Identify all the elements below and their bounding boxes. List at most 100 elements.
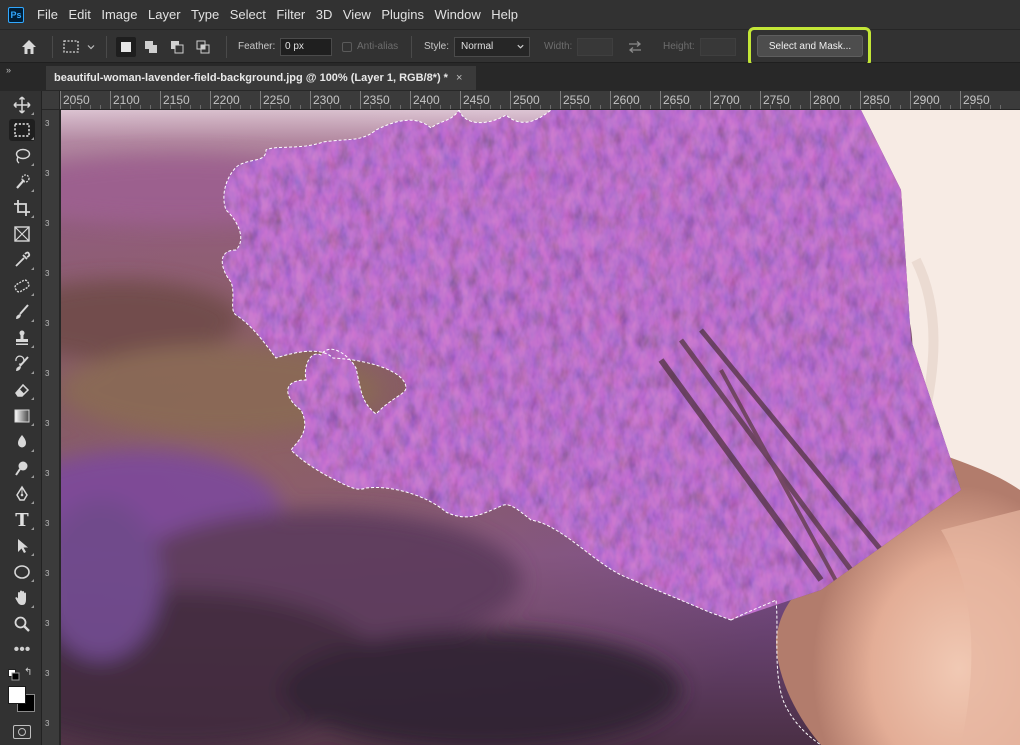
select-and-mask-button[interactable]: Select and Mask... bbox=[757, 35, 863, 57]
hand-tool[interactable] bbox=[9, 587, 35, 609]
ruler-minor-tick bbox=[180, 105, 181, 109]
type-tool[interactable]: T bbox=[9, 509, 35, 531]
clone-stamp-tool[interactable] bbox=[9, 327, 35, 349]
menu-type[interactable]: Type bbox=[191, 7, 219, 22]
quick-mask-button[interactable] bbox=[13, 725, 31, 739]
ruler-minor-tick bbox=[950, 105, 951, 109]
dodge-tool[interactable] bbox=[9, 457, 35, 479]
ruler-minor-tick bbox=[750, 105, 751, 109]
style-label: Style: bbox=[424, 41, 450, 52]
more-tools-button[interactable]: ••• bbox=[9, 639, 35, 661]
height-input[interactable] bbox=[700, 37, 736, 56]
menu-layer[interactable]: Layer bbox=[148, 7, 181, 22]
menu-view[interactable]: View bbox=[343, 7, 371, 22]
eraser-tool[interactable] bbox=[9, 379, 35, 401]
default-colors-icon[interactable] bbox=[8, 669, 20, 681]
collapse-panels-icon[interactable]: » bbox=[6, 65, 11, 75]
ruler-minor-tick bbox=[80, 105, 81, 109]
swap-width-height-button[interactable] bbox=[627, 30, 643, 63]
quick-selection-icon bbox=[16, 174, 30, 189]
blur-tool[interactable] bbox=[9, 431, 35, 453]
ruler-minor-tick bbox=[250, 105, 251, 109]
healing-brush-tool[interactable] bbox=[9, 275, 35, 297]
ruler-minor-tick bbox=[590, 105, 591, 109]
menu-edit[interactable]: Edit bbox=[68, 7, 90, 22]
history-brush-tool[interactable] bbox=[9, 353, 35, 375]
ruler-minor-tick bbox=[830, 105, 831, 109]
ellipse-tool[interactable] bbox=[9, 561, 35, 583]
lasso-tool[interactable] bbox=[9, 145, 35, 167]
ruler-minor-tick bbox=[570, 105, 571, 109]
width-input[interactable] bbox=[577, 37, 613, 56]
gradient-tool[interactable] bbox=[9, 405, 35, 427]
menu-image[interactable]: Image bbox=[101, 7, 137, 22]
eyedropper-tool[interactable] bbox=[9, 249, 35, 271]
menu-filter[interactable]: Filter bbox=[276, 7, 305, 22]
ruler-tick-label: 2200 bbox=[213, 93, 240, 107]
tools-panel: T ••• bbox=[0, 91, 42, 745]
home-button[interactable] bbox=[20, 30, 38, 63]
ruler-minor-tick bbox=[630, 105, 631, 109]
ruler-tick-label: 2250 bbox=[263, 93, 290, 107]
menu-help[interactable]: Help bbox=[491, 7, 518, 22]
foreground-color-swatch[interactable] bbox=[8, 686, 26, 704]
path-selection-tool[interactable] bbox=[9, 535, 35, 557]
feather-input[interactable]: 0 px bbox=[280, 37, 332, 56]
ruler-minor-tick bbox=[130, 105, 131, 109]
style-dropdown[interactable]: Normal bbox=[454, 36, 530, 57]
menu-plugins[interactable]: Plugins bbox=[381, 7, 424, 22]
ruler-minor-tick bbox=[170, 105, 171, 109]
menu-3d[interactable]: 3D bbox=[316, 7, 333, 22]
ruler-minor-tick bbox=[440, 105, 441, 109]
clone-stamp-icon bbox=[16, 330, 28, 345]
horizontal-ruler[interactable]: 2050 2100 2150 2200 2250 2300 2350 2400 2450 2500… bbox=[60, 91, 1020, 110]
zoom-tool[interactable] bbox=[9, 613, 35, 635]
ruler-minor-tick bbox=[880, 105, 881, 109]
intersect-selection-button[interactable] bbox=[193, 37, 213, 57]
vertical-ruler[interactable]: 3 3 3 3 3 3 3 3 3 3 3 3 3 bbox=[42, 110, 60, 745]
anti-alias-checkbox[interactable]: Anti-alias bbox=[342, 30, 398, 63]
ruler-tick-label: 3 bbox=[45, 419, 50, 428]
ruler-minor-tick bbox=[870, 105, 871, 109]
ruler-tick-label: 2450 bbox=[463, 93, 490, 107]
ruler-minor-tick bbox=[980, 105, 981, 109]
ruler-minor-tick bbox=[890, 105, 891, 109]
new-selection-button[interactable] bbox=[116, 37, 136, 57]
ruler-tick bbox=[410, 91, 411, 109]
menu-window[interactable]: Window bbox=[434, 7, 480, 22]
ruler-tick-label: 3 bbox=[45, 119, 50, 128]
move-tool[interactable] bbox=[9, 94, 35, 116]
quick-mask-icon bbox=[18, 728, 26, 736]
ruler-minor-tick bbox=[670, 105, 671, 109]
ruler-minor-tick bbox=[380, 105, 381, 109]
gradient-icon bbox=[14, 409, 30, 423]
document-canvas[interactable] bbox=[61, 110, 1020, 745]
ruler-minor-tick bbox=[340, 105, 341, 109]
menu-file[interactable]: File bbox=[37, 7, 58, 22]
crop-tool[interactable] bbox=[9, 197, 35, 219]
frame-tool[interactable] bbox=[9, 223, 35, 245]
close-icon[interactable]: × bbox=[456, 72, 462, 84]
quick-selection-tool[interactable] bbox=[9, 171, 35, 193]
ruler-tick bbox=[710, 91, 711, 109]
ruler-tick-label: 2850 bbox=[863, 93, 890, 107]
menu-bar: Ps File Edit Image Layer Type Select Fil… bbox=[0, 0, 1020, 29]
ruler-tick bbox=[760, 91, 761, 109]
subtract-from-selection-button[interactable] bbox=[167, 37, 187, 57]
menu-select[interactable]: Select bbox=[230, 7, 266, 22]
document-tab[interactable]: beautiful-woman-lavender-field-backgroun… bbox=[46, 66, 476, 90]
ruler-minor-tick bbox=[300, 105, 301, 109]
brush-tool[interactable] bbox=[9, 301, 35, 323]
add-to-selection-button[interactable] bbox=[141, 37, 161, 57]
photoshop-logo-icon[interactable]: Ps bbox=[8, 6, 24, 23]
ruler-minor-tick bbox=[620, 105, 621, 109]
document-tab-title: beautiful-woman-lavender-field-backgroun… bbox=[54, 72, 448, 84]
ruler-tick-label: 3 bbox=[45, 569, 50, 578]
rectangular-marquee-tool[interactable] bbox=[9, 119, 35, 141]
swap-colors-icon[interactable]: ↰ bbox=[24, 667, 32, 678]
ruler-minor-tick bbox=[720, 105, 721, 109]
ruler-origin[interactable] bbox=[42, 91, 60, 110]
ruler-minor-tick bbox=[320, 105, 321, 109]
tool-preset-picker[interactable] bbox=[62, 30, 96, 63]
pen-tool[interactable] bbox=[9, 483, 35, 505]
